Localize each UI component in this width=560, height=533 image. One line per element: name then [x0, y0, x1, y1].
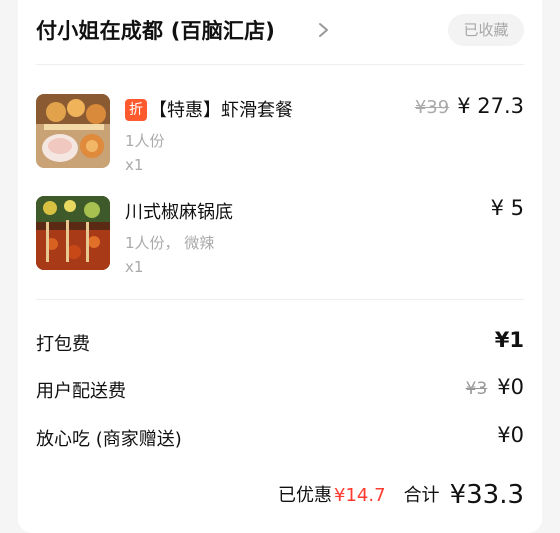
fee-label: 用户配送费	[36, 381, 126, 402]
order-item: 折【特惠】虾滑套餐 1人份 x1 ¥39 ¥ 27.3	[36, 94, 524, 184]
discount-value: ¥14.7	[334, 485, 386, 506]
item-original-price: ¥39	[414, 97, 450, 118]
fee-label: 打包费	[36, 334, 90, 355]
fee-original-value: ¥3	[465, 379, 488, 399]
item-quantity: x1	[125, 156, 144, 174]
total-value: ¥33.3	[449, 480, 524, 510]
item-portion: 1人份， 微辣	[125, 234, 215, 252]
divider	[36, 299, 524, 300]
item-price: ¥ 5	[490, 196, 524, 220]
fee-row-delivery: 用户配送费 ¥3 ¥0	[36, 375, 524, 405]
item-image	[36, 94, 110, 168]
fee-value: ¥0	[497, 423, 524, 447]
total-label: 合计	[403, 485, 440, 506]
item-price: ¥ 27.3	[457, 94, 524, 118]
discount-label: 已优惠	[278, 485, 333, 506]
fee-value: ¥1	[494, 328, 524, 352]
item-quantity: x1	[125, 258, 144, 276]
order-item: 川式椒麻锅底 1人份， 微辣 x1 ¥ 5	[36, 196, 524, 286]
divider	[36, 64, 524, 65]
discount-tag: 折	[125, 99, 147, 121]
order-card: 付小姐在成都 (百脑汇店) 已收藏 折【特惠】虾滑套餐 1人份 x1 ¥39 ¥…	[18, 0, 542, 533]
order-summary: 已优惠 ¥14.7 合计 ¥33.3	[278, 480, 524, 510]
store-header[interactable]: 付小姐在成都 (百脑汇店) 已收藏	[36, 12, 524, 50]
favorite-button[interactable]: 已收藏	[448, 14, 524, 46]
store-name[interactable]: 付小姐在成都 (百脑汇店)	[36, 15, 275, 45]
fee-value: ¥0	[497, 375, 524, 399]
item-title: 川式椒麻锅底	[125, 202, 233, 223]
fee-row-packaging: 打包费 ¥1	[36, 328, 524, 358]
chevron-right-icon[interactable]	[317, 22, 331, 38]
item-portion: 1人份	[125, 132, 165, 150]
item-title: 【特惠】虾滑套餐	[149, 100, 293, 121]
item-image	[36, 196, 110, 270]
fee-label: 放心吃 (商家赠送)	[36, 429, 182, 450]
fee-row-insurance: 放心吃 (商家赠送) ¥0	[36, 423, 524, 453]
